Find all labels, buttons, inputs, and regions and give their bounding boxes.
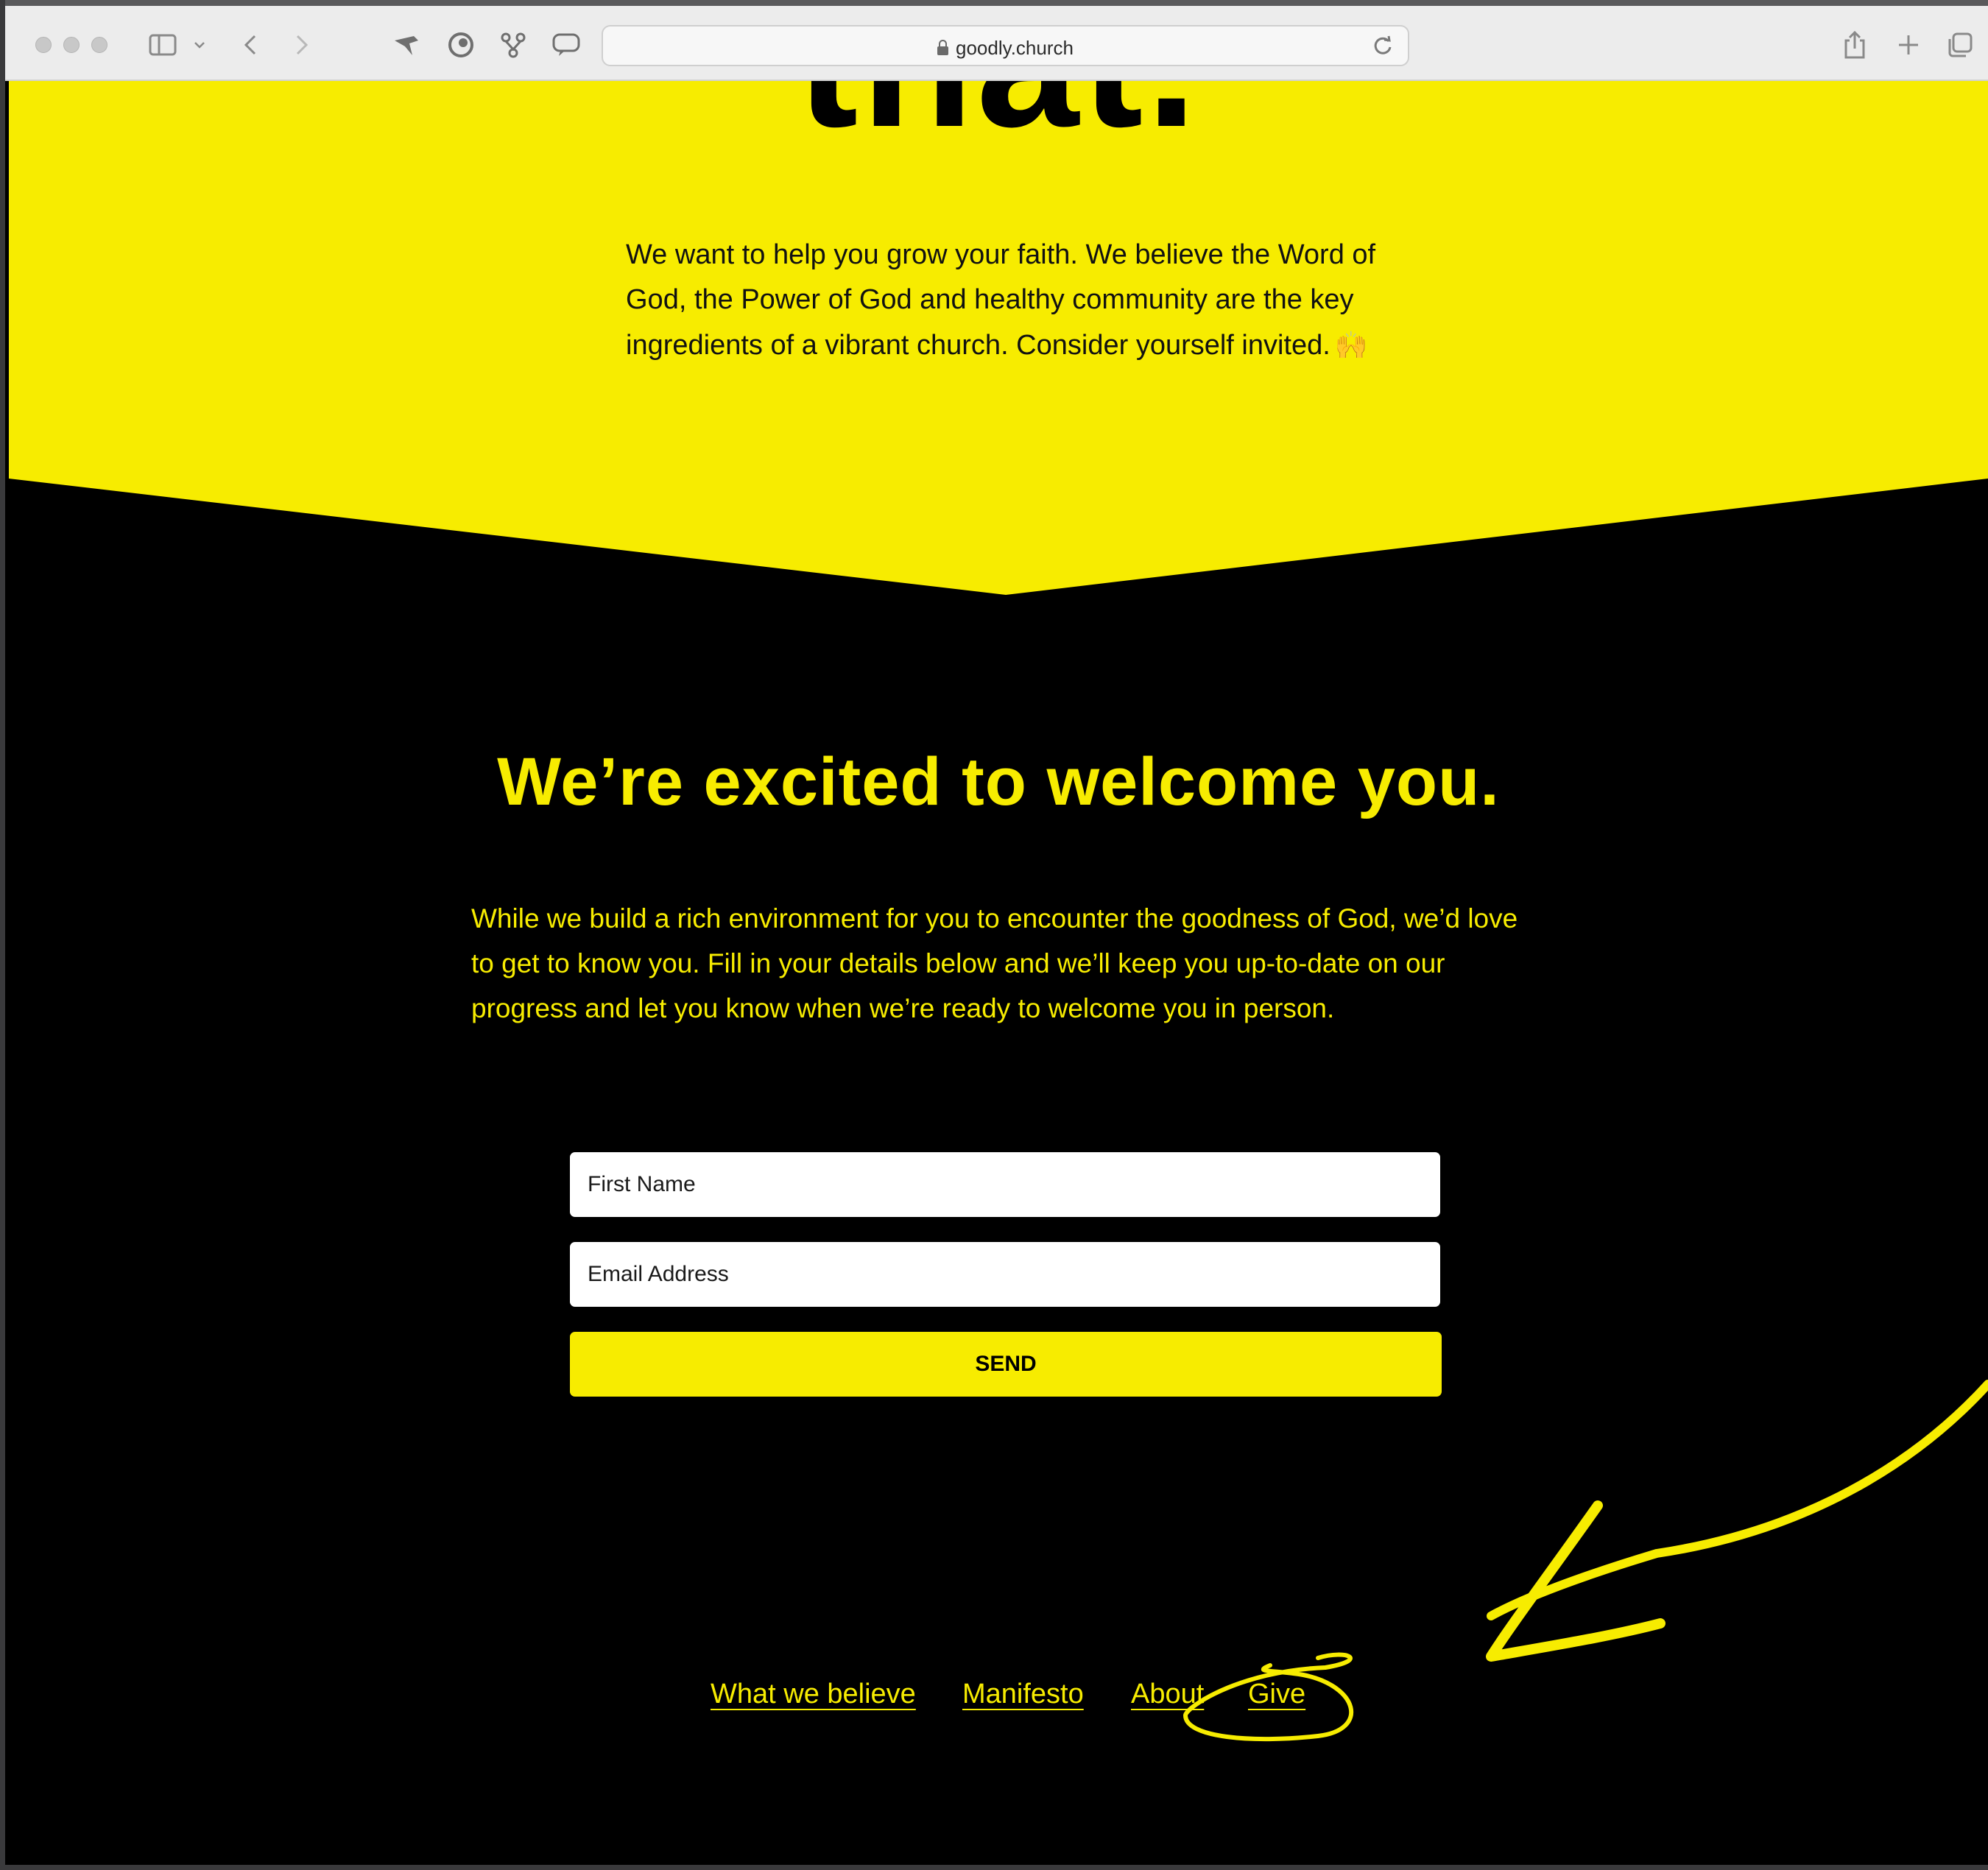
web-page: that. We want to help you grow your fait… [9,0,1988,1870]
hero-intro-body: We want to help you grow your faith. We … [626,239,1376,361]
footer-link-about[interactable]: About [1131,1679,1204,1710]
sidebar-icon[interactable] [144,28,181,62]
url-display: goodly.church [603,37,1408,60]
forward-icon[interactable] [291,28,313,62]
raising-hands-emoji: 🙌 [1334,330,1368,360]
browser-toolbar: goodly.church [0,0,1988,81]
share-icon[interactable] [1839,28,1871,62]
lock-icon [937,40,949,55]
extension-branch-icon[interactable] [497,28,529,62]
first-name-field[interactable] [570,1152,1440,1217]
footer-link-manifesto[interactable]: Manifesto [962,1679,1084,1710]
footer-link-give[interactable]: Give [1248,1679,1305,1710]
address-bar[interactable]: goodly.church [602,25,1409,66]
back-icon[interactable] [239,28,261,62]
welcome-text: While we build a rich environment for yo… [471,903,1518,1023]
email-field[interactable] [570,1242,1440,1307]
close-window-icon[interactable] [35,37,52,53]
minimize-window-icon[interactable] [63,37,80,53]
zoom-window-icon[interactable] [91,37,107,53]
url-text: goodly.church [956,37,1074,59]
extension-bird-icon[interactable] [390,28,423,62]
extension-chat-icon[interactable] [550,28,582,62]
tab-overview-icon[interactable] [1944,28,1976,62]
chevron-down-icon[interactable] [188,28,211,62]
welcome-title: We’re excited to welcome you. [497,744,1500,819]
footer-link-what-we-believe[interactable]: What we believe [711,1679,916,1710]
extension-refresh-icon[interactable] [445,28,477,62]
new-tab-icon[interactable] [1892,28,1925,62]
hero-intro-text: We want to help you grow your faith. We … [626,233,1392,368]
send-button[interactable]: SEND [570,1332,1442,1397]
reload-icon[interactable] [1372,35,1393,60]
hero-section: that. We want to help you grow your fait… [9,0,1988,596]
